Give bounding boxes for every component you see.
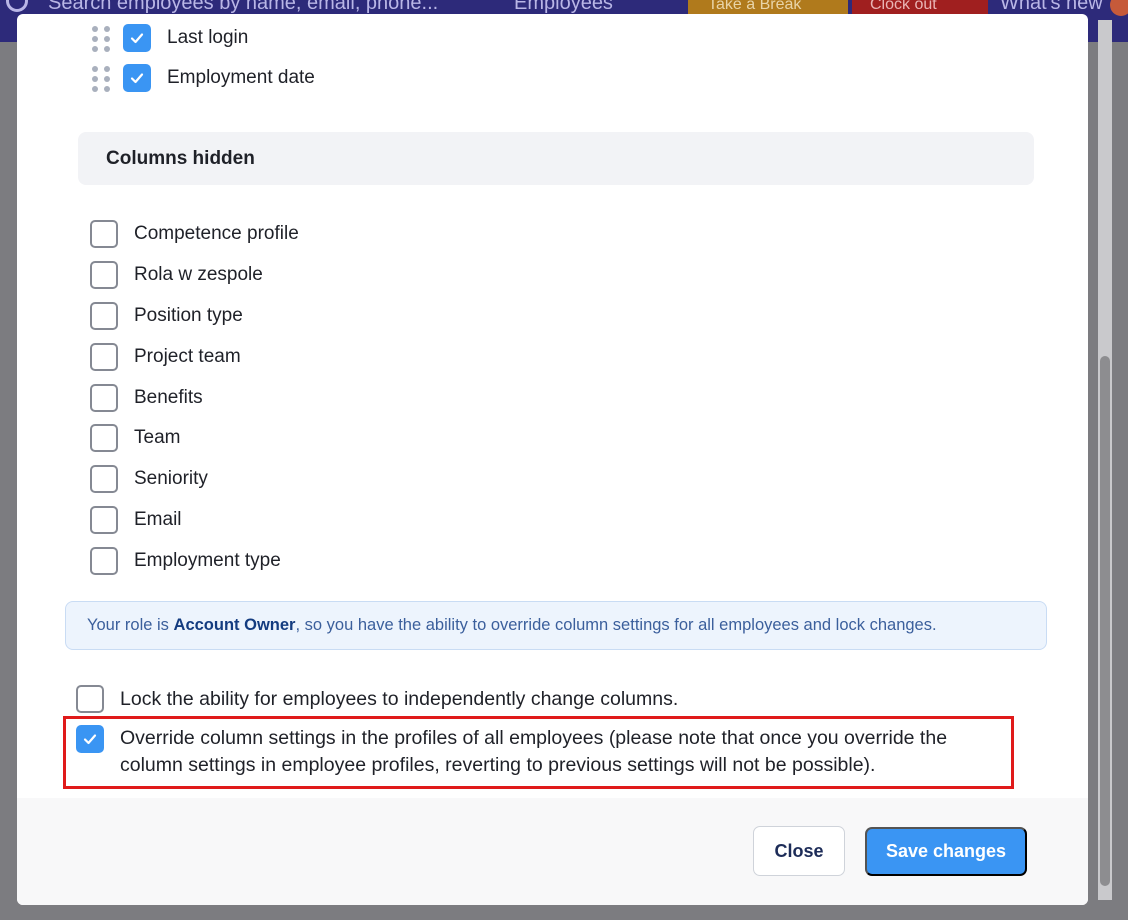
employee-search-input[interactable]: Search employees by name, email, phone..… (48, 0, 438, 15)
drag-handle-icon[interactable] (92, 65, 110, 92)
lock-columns-label: Lock the ability for employees to indepe… (120, 688, 679, 710)
hidden-column-item[interactable]: Rola w zespole (90, 255, 299, 296)
hidden-column-item[interactable]: Email (90, 500, 299, 541)
override-columns-option[interactable]: Override column settings in the profiles… (76, 725, 947, 779)
drag-handle-icon[interactable] (92, 25, 110, 52)
hidden-column-item[interactable]: Team (90, 418, 299, 459)
hidden-column-item[interactable]: Project team (90, 336, 299, 377)
clock-out-button[interactable]: Clock out (852, 0, 988, 14)
take-break-button[interactable]: Take a Break (688, 0, 848, 14)
visible-column-row[interactable]: Last login (92, 24, 248, 52)
override-columns-checkbox[interactable] (76, 725, 104, 753)
column-label: Seniority (134, 468, 208, 490)
column-checkbox[interactable] (123, 24, 151, 52)
column-checkbox[interactable] (123, 64, 151, 92)
hidden-columns-list: Competence profile Rola w zespole Positi… (90, 214, 299, 581)
checkmark-icon (83, 734, 97, 745)
hidden-column-item[interactable]: Employment type (90, 540, 299, 581)
whats-new-link[interactable]: What's new (1000, 0, 1103, 15)
column-label: Rola w zespole (134, 264, 263, 286)
column-label: Competence profile (134, 223, 299, 245)
lock-columns-checkbox[interactable] (76, 685, 104, 713)
override-line-2: column settings in employee profiles, re… (120, 754, 876, 776)
column-label: Email (134, 508, 182, 530)
close-button[interactable]: Close (753, 826, 845, 876)
column-label: Position type (134, 304, 243, 326)
save-changes-button[interactable]: Save changes (865, 827, 1027, 876)
column-label: Team (134, 427, 181, 449)
column-settings-modal: Last login Employment date Columns hidde… (17, 14, 1088, 905)
column-label: Project team (134, 345, 241, 367)
column-checkbox[interactable] (90, 424, 118, 453)
column-checkbox[interactable] (90, 546, 118, 575)
column-label: Employment type (134, 549, 281, 571)
column-checkbox[interactable] (90, 505, 118, 534)
column-checkbox[interactable] (90, 465, 118, 494)
info-prefix: Your role is (87, 616, 174, 634)
hidden-columns-header: Columns hidden (78, 132, 1034, 185)
lock-columns-option[interactable]: Lock the ability for employees to indepe… (76, 685, 678, 713)
checkmark-icon (130, 33, 144, 44)
scrollbar-thumb[interactable] (1100, 356, 1110, 886)
column-checkbox[interactable] (90, 342, 118, 371)
hidden-column-item[interactable]: Competence profile (90, 214, 299, 255)
info-role: Account Owner (173, 616, 296, 634)
column-checkbox[interactable] (90, 261, 118, 290)
override-line-1: Override column settings in the profiles… (120, 727, 948, 749)
column-checkbox[interactable] (90, 301, 118, 330)
column-checkbox[interactable] (90, 220, 118, 249)
hidden-column-item[interactable]: Seniority (90, 459, 299, 500)
column-label: Employment date (167, 67, 315, 88)
column-label: Last login (167, 27, 249, 48)
hidden-column-item[interactable]: Position type (90, 296, 299, 337)
info-suffix: , so you have the ability to override co… (295, 616, 937, 634)
override-columns-label: Override column settings in the profiles… (120, 725, 947, 779)
column-label: Benefits (134, 386, 203, 408)
role-info-notice: Your role is Account Owner , so you have… (65, 601, 1047, 650)
checkmark-icon (130, 73, 144, 84)
hidden-column-item[interactable]: Benefits (90, 377, 299, 418)
employees-nav-dropdown[interactable]: Employees (514, 0, 613, 15)
visible-column-row[interactable]: Employment date (92, 64, 315, 92)
column-checkbox[interactable] (90, 383, 118, 412)
